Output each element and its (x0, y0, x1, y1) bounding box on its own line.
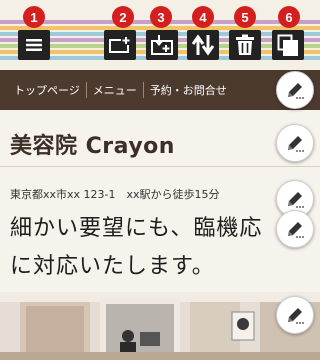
insert-section-button[interactable] (146, 30, 178, 60)
step-badge-1: 1 (23, 6, 45, 28)
step-badge-4: 4 (192, 6, 214, 28)
edit-title-button[interactable] (276, 124, 314, 162)
add-section-button[interactable] (104, 30, 136, 60)
salon-interior-image (0, 292, 320, 360)
edit-catch-button[interactable] (276, 210, 314, 248)
trash-icon (236, 34, 254, 55)
menu-button[interactable] (18, 30, 50, 60)
editor-toolbar: 1 2 3 4 5 6 (0, 0, 320, 70)
pencil-icon (288, 136, 304, 152)
shop-address: 東京都xx市xx 123-1 xx駅から徒歩15分 (10, 188, 220, 201)
add-section-icon (109, 36, 131, 53)
pencil-icon (288, 308, 304, 324)
reorder-icon (191, 34, 215, 56)
step-badge-5: 5 (234, 6, 256, 28)
catch-line-1: 細かい要望にも、臨機応 (10, 216, 263, 241)
nav-item-menu[interactable]: メニュー (87, 82, 143, 98)
pencil-icon (288, 83, 304, 99)
insert-section-icon (151, 35, 173, 55)
salon-photo (0, 292, 320, 360)
nav-item-top[interactable]: トップページ (8, 82, 86, 98)
step-badge-2: 2 (112, 6, 134, 28)
edit-photo-button[interactable] (276, 296, 314, 334)
catch-copy: 細かい要望にも、臨機応 に対応いたします。 (10, 210, 310, 286)
nav-item-contact[interactable]: 予約・お問合せ (144, 82, 233, 98)
step-badge-3: 3 (150, 6, 172, 28)
edit-nav-button[interactable] (276, 71, 314, 109)
step-badge-6: 6 (278, 6, 300, 28)
hamburger-menu-icon (26, 39, 42, 51)
page-title: 美容院 Crayon (10, 134, 175, 159)
site-nav: トップページ メニュー 予約・お問合せ (0, 70, 320, 110)
catch-line-2: に対応いたします。 (10, 254, 215, 279)
copy-button[interactable] (272, 30, 304, 60)
copy-icon (277, 34, 298, 56)
title-divider (0, 166, 320, 167)
pencil-icon (288, 192, 304, 208)
delete-button[interactable] (229, 30, 261, 60)
reorder-button[interactable] (187, 30, 219, 60)
pencil-icon (288, 222, 304, 238)
